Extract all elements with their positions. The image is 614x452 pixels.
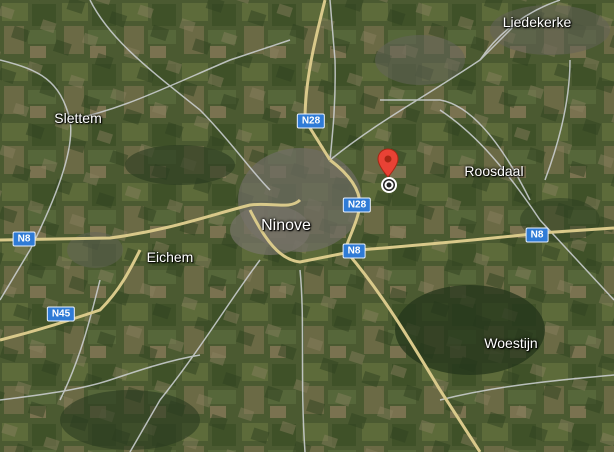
road-shield-n28-center: N28 xyxy=(342,197,372,213)
road-shield-n8-west: N8 xyxy=(12,231,36,247)
place-label-woestijn: Woestijn xyxy=(484,335,538,351)
place-label-eichem: Eichem xyxy=(146,249,194,265)
current-location-icon[interactable] xyxy=(379,175,399,195)
place-label-slettem: Slettem xyxy=(54,110,102,126)
map-view[interactable]: Liedekerke Slettem Roosdaal Ninove Eiche… xyxy=(0,0,614,452)
road-shield-n8-east: N8 xyxy=(525,227,549,243)
place-label-liedekerke: Liedekerke xyxy=(502,14,572,30)
location-pin-icon[interactable] xyxy=(377,148,399,178)
road-shield-n45: N45 xyxy=(46,306,76,322)
place-label-ninove: Ninove xyxy=(261,217,311,234)
place-label-roosdaal: Roosdaal xyxy=(464,163,524,179)
road-shield-n8-center: N8 xyxy=(342,243,366,259)
road-shield-n28-north: N28 xyxy=(296,113,326,129)
